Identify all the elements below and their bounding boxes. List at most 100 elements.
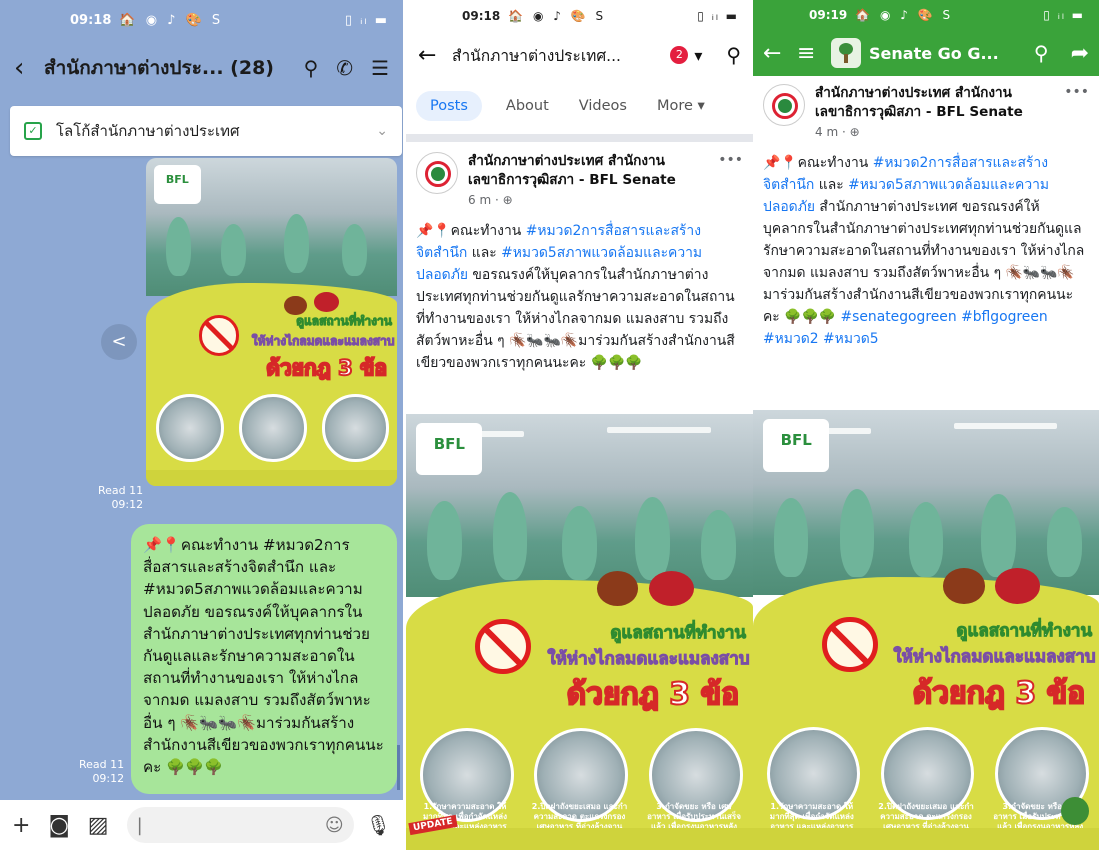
notification-badge[interactable]: 2: [670, 46, 689, 64]
emoji-icon[interactable]: ☺: [325, 815, 344, 836]
read-label: Read 11: [79, 758, 125, 771]
facebook-page-panel: 09:18 🏠 ◉ ♪ 🎨 S ▯ ᵢₗ ▬ ← สำนักภาษาต่างปร…: [406, 0, 753, 850]
poster-person: [221, 223, 247, 277]
back-icon[interactable]: ←: [763, 41, 797, 66]
group-title[interactable]: Senate Go G...: [869, 44, 1020, 63]
tip-image-2: [238, 394, 307, 462]
back-icon[interactable]: ‹: [14, 53, 44, 83]
camera-icon[interactable]: ◙: [48, 813, 69, 838]
scrollbar[interactable]: [397, 745, 400, 790]
cockroach-icon: [943, 568, 985, 604]
message-time: 09:12: [111, 498, 144, 511]
search-icon[interactable]: ⚲: [1034, 41, 1049, 65]
pinned-notice[interactable]: ✓ โลโก้สำนักภาษาต่างประเทศ ⌄: [10, 106, 402, 156]
avatar[interactable]: [416, 152, 458, 194]
status-app-icons: 🏠 ◉ ♪ 🎨 S: [855, 8, 954, 22]
ant-icon: [995, 568, 1041, 604]
share-icon[interactable]: ➦: [1071, 41, 1089, 66]
caret-down-icon[interactable]: ▾: [694, 46, 702, 65]
image-message[interactable]: BFL ดูแลสถานที่ทำงาน ให้ห่างไกลมดและแมลง…: [146, 158, 397, 486]
poster-person: [426, 501, 462, 580]
status-app-icons: 🏠 ◉ ♪ 🎨 S: [508, 9, 607, 23]
poster-person: [284, 213, 310, 273]
menu-icon[interactable]: ☰: [371, 56, 389, 80]
status-time: 09:18: [462, 9, 501, 23]
mic-icon[interactable]: 🎙: [366, 813, 391, 837]
tab-posts[interactable]: Posts: [416, 91, 482, 121]
cockroach-icon: [284, 295, 307, 316]
page-header: ← สำนักภาษาต่างประเทศ... 2 ▾ ⚲: [406, 32, 753, 78]
tab-about[interactable]: About: [506, 92, 549, 120]
call-icon[interactable]: ✆: [336, 56, 353, 80]
author-name[interactable]: สำนักภาษาต่างประเทศ สำนักงานเลขาธิการวุฒ…: [468, 152, 712, 190]
notice-text: โลโก้สำนักภาษาต่างประเทศ: [56, 122, 240, 140]
bfl-logo: BFL: [153, 164, 202, 204]
status-signal-battery: ▯ ᵢₗ ▬: [344, 12, 389, 28]
group-header: ← ≡ Senate Go G... ⚲ ➦: [753, 30, 1099, 76]
more-options-icon[interactable]: •••: [718, 152, 743, 210]
search-icon[interactable]: ⚲: [726, 43, 741, 67]
ant-icon: [648, 570, 694, 606]
poster-person: [839, 489, 875, 578]
back-icon[interactable]: ←: [418, 43, 452, 68]
checkbox-icon: ✓: [24, 122, 42, 140]
avatar[interactable]: [763, 84, 805, 126]
poster-person: [166, 217, 192, 277]
more-options-icon[interactable]: •••: [1064, 84, 1089, 142]
tree-icon: [1060, 797, 1089, 825]
poster-image[interactable]: BFL ดูแลสถานที่ทำงาน ให้ห่างไกลมดและแมลง…: [753, 410, 1099, 850]
poster-image[interactable]: BFL ดูแลสถานที่ทำงาน ให้ห่างไกลมดและแมลง…: [406, 414, 753, 850]
poster-person: [341, 223, 367, 277]
post-header: สำนักภาษาต่างประเทศ สำนักงานเลขาธิการวุฒ…: [406, 142, 753, 214]
message-time: 09:12: [92, 772, 125, 785]
author-name[interactable]: สำนักภาษาต่างประเทศ สำนักงานเลขาธิการวุฒ…: [815, 84, 1058, 122]
tab-videos[interactable]: Videos: [579, 92, 627, 120]
poster-line3: ด้วยกฎ 3 ข้อ: [265, 355, 388, 381]
post-author[interactable]: สำนักภาษาต่างประเทศ สำนักงานเลขาธิการวุฒ…: [815, 84, 1058, 142]
poster-line3: ด้วยกฎ 3 ข้อ: [566, 676, 740, 713]
line-chat-panel: 09:18 🏠 ◉ ♪ 🎨 S ▯ ᵢₗ ▬ ‹ สำนักภาษาต่างปร…: [0, 0, 403, 850]
poster-person: [981, 493, 1016, 578]
text-message-bubble[interactable]: 📌📍คณะทำงาน #หมวด2การสื่อสารและสร้างจิตสำ…: [131, 524, 397, 794]
share-icon[interactable]: <: [101, 324, 137, 360]
status-bar: 09:18 🏠 ◉ ♪ 🎨 S ▯ ᵢₗ ▬: [406, 0, 753, 32]
poster-person: [908, 502, 944, 578]
poster-line3: ด้วยกฎ 3 ข้อ: [912, 675, 1086, 712]
poster-line2: ให้ห่างไกลมดและแมลงสาบ: [547, 649, 750, 670]
post-text: 📌📍คณะทำงาน #หมวด2การสื่อสารและสร้างจิตสำ…: [406, 214, 753, 400]
status-signal-battery: ▯ ᵢₗ ▬: [697, 9, 739, 23]
post-text-part: และ: [814, 177, 849, 193]
status-time: 09:18: [70, 12, 112, 28]
no-cockroach-icon: [822, 616, 878, 673]
poster-line2: ให้ห่างไกลมดและแมลงสาบ: [893, 647, 1096, 668]
group-icon[interactable]: [831, 38, 861, 68]
bfl-logo: BFL: [763, 418, 830, 472]
post-author[interactable]: สำนักภาษาต่างประเทศ สำนักงานเลขาธิการวุฒ…: [468, 152, 712, 210]
poster-footer: [406, 828, 753, 850]
poster-person: [562, 505, 597, 580]
gallery-icon[interactable]: ▨: [88, 813, 109, 838]
search-icon[interactable]: ⚲: [304, 56, 319, 80]
post-text-part: และ: [467, 245, 502, 261]
poster-person: [1047, 506, 1082, 578]
poster-footer: [146, 469, 397, 486]
poster-footer: [753, 828, 1099, 850]
status-app-icons: 🏠 ◉ ♪ 🎨 S: [119, 12, 224, 28]
poster-image: BFL ดูแลสถานที่ทำงาน ให้ห่างไกลมดและแมลง…: [146, 158, 397, 486]
post-text-part: 📌📍คณะทำงาน: [416, 223, 526, 239]
read-receipt: Read 11 09:12: [79, 758, 124, 786]
tab-more[interactable]: More ▾: [657, 92, 705, 120]
poster-line2: ให้ห่างไกลมดและแมลงสาบ: [251, 333, 395, 348]
message-input[interactable]: | ☺: [126, 807, 354, 843]
status-time: 09:19: [809, 8, 848, 22]
page-title[interactable]: สำนักภาษาต่างประเทศ...: [452, 43, 664, 68]
plus-icon[interactable]: +: [12, 813, 30, 838]
poster-line1: ดูแลสถานที่ทำงาน: [610, 622, 747, 643]
chevron-down-icon[interactable]: ⌄: [376, 123, 388, 139]
message-input-bar: + ◙ ▨ | ☺ 🎙: [0, 800, 403, 850]
status-bar: 09:18 🏠 ◉ ♪ 🎨 S ▯ ᵢₗ ▬: [0, 0, 403, 40]
avatar-center: [431, 167, 445, 181]
post-header: สำนักภาษาต่างประเทศ สำนักงานเลขาธิการวุฒ…: [753, 76, 1099, 146]
chat-title[interactable]: สำนักภาษาต่างประ... (28): [44, 53, 286, 83]
menu-icon[interactable]: ≡: [797, 41, 831, 66]
